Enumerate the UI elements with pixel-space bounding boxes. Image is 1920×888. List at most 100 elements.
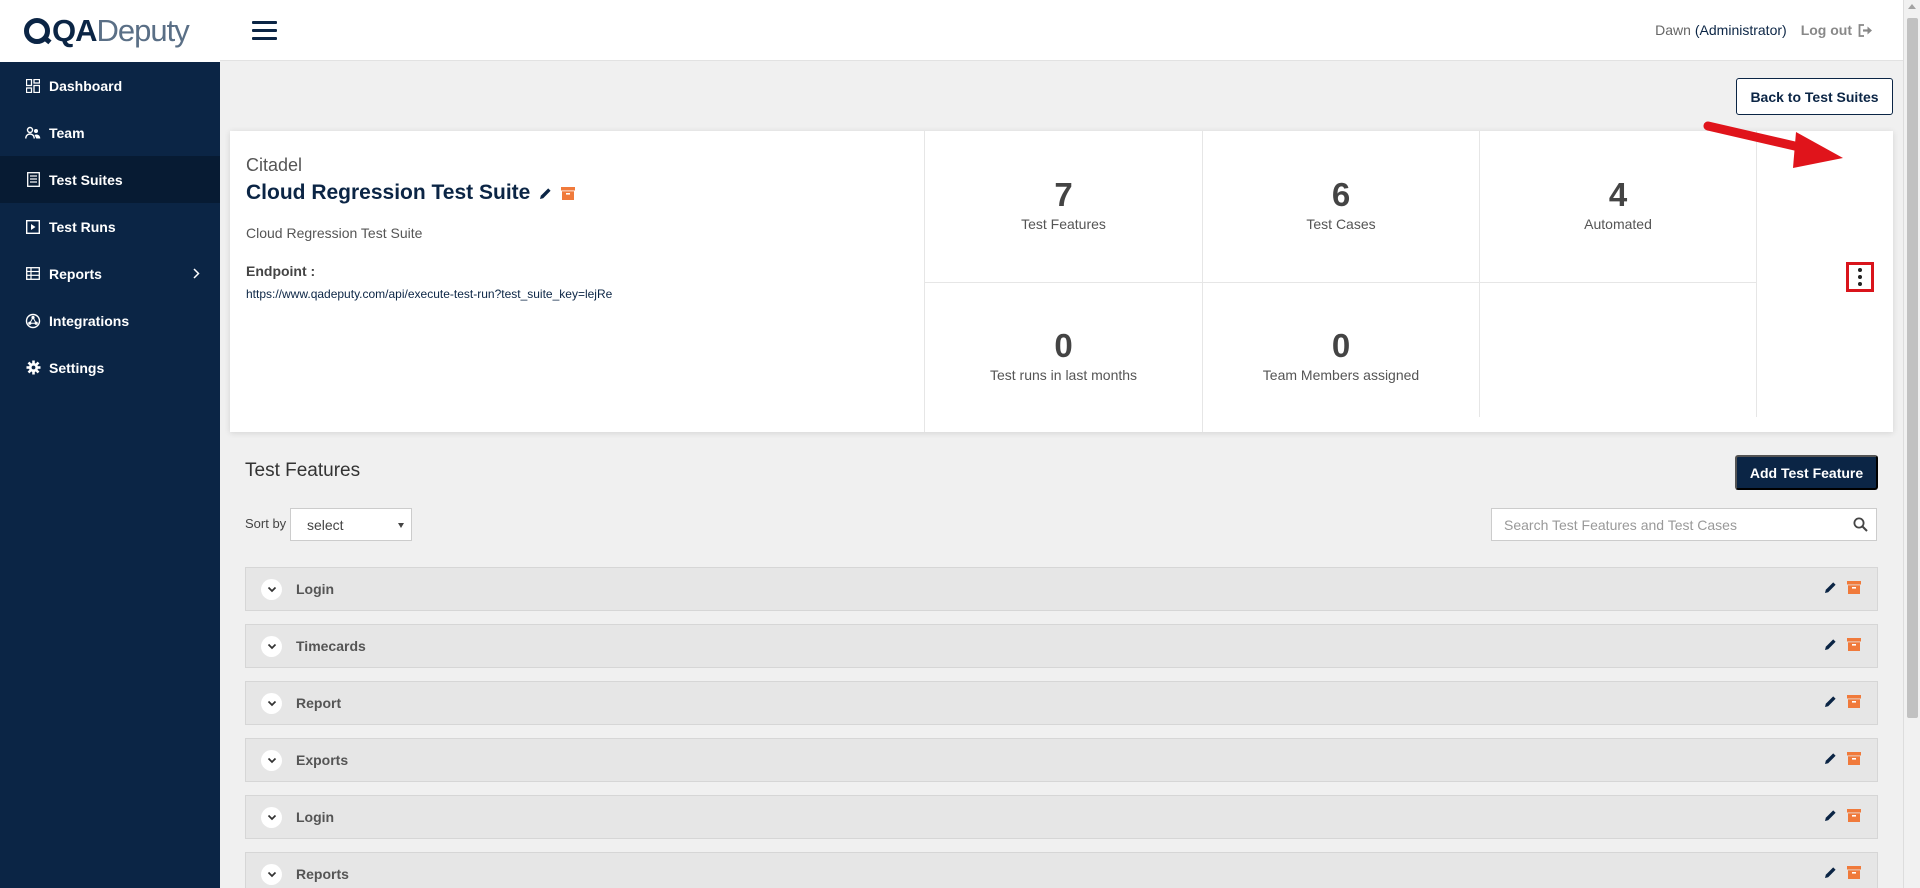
test-features-list: Login Timecards Report Exports Login Rep… <box>245 567 1878 888</box>
archive-icon[interactable] <box>1847 695 1861 708</box>
feature-row[interactable]: Report <box>245 681 1878 725</box>
stat-label: Test runs in last months <box>989 367 1138 383</box>
stat-empty-cell <box>1479 282 1756 417</box>
logo-text-bold: QA <box>52 13 97 48</box>
sign-out-icon <box>1858 23 1872 37</box>
project-name: Citadel <box>246 155 303 175</box>
section-title: Test Features <box>245 460 361 481</box>
sidebar-item-integrations[interactable]: Integrations <box>0 297 220 344</box>
logout-label: Log out <box>1800 22 1852 38</box>
sidebar-item-dashboard[interactable]: Dashboard <box>0 62 220 109</box>
sidebar-item-test-suites[interactable]: Test Suites <box>0 156 220 203</box>
sort-select[interactable]: select <box>290 508 412 541</box>
archive-icon[interactable] <box>1847 752 1861 765</box>
chevron-down-icon[interactable] <box>261 635 282 657</box>
sidebar-item-label: Test Suites <box>49 171 123 188</box>
edit-pencil-icon[interactable] <box>1824 866 1837 879</box>
sidebar-item-label: Dashboard <box>49 77 123 94</box>
edit-pencil-icon[interactable] <box>539 187 552 200</box>
feature-row[interactable]: Login <box>245 795 1878 839</box>
test-runs-icon <box>25 219 41 235</box>
archive-icon[interactable] <box>1847 638 1861 651</box>
user-role: (Administrator) <box>1694 22 1787 38</box>
search-icon[interactable] <box>1853 517 1868 537</box>
stat-team-members: 0 Team Members assigned <box>1202 282 1479 432</box>
search-input[interactable] <box>1492 509 1832 540</box>
feature-actions <box>1814 809 1861 822</box>
sidebar-item-settings[interactable]: Settings <box>0 344 220 391</box>
sidebar-item-team[interactable]: Team <box>0 109 220 156</box>
stat-label: Automated <box>1584 216 1652 232</box>
feature-name: Reports <box>296 866 349 882</box>
archive-icon[interactable] <box>1847 809 1861 822</box>
sidebar: QA Deputy Dashboard Team Test Suites Tes… <box>0 0 220 888</box>
stats-divider <box>924 282 1756 283</box>
team-icon <box>25 125 41 141</box>
sidebar-item-label: Integrations <box>49 312 130 329</box>
stat-test-cases: 6 Test Cases <box>1202 131 1479 282</box>
suite-title-row: Cloud Regression Test Suite <box>246 181 926 205</box>
stat-value: 6 <box>1331 176 1351 213</box>
user-name: Dawn <box>1655 22 1691 38</box>
archive-icon[interactable] <box>1847 866 1861 879</box>
edit-pencil-icon[interactable] <box>1824 581 1837 594</box>
chevron-down-icon[interactable] <box>261 749 282 771</box>
feature-row[interactable]: Login <box>245 567 1878 611</box>
sidebar-item-label: Settings <box>49 359 105 376</box>
sidebar-item-reports[interactable]: Reports <box>0 250 220 297</box>
feature-actions <box>1814 638 1861 651</box>
stat-value: 4 <box>1608 176 1628 213</box>
edit-pencil-icon[interactable] <box>1824 695 1837 708</box>
add-test-feature-button[interactable]: Add Test Feature <box>1735 455 1878 490</box>
sidebar-item-label: Team <box>49 124 85 141</box>
stat-value: 0 <box>1054 327 1073 364</box>
chevron-down-icon[interactable] <box>261 863 282 885</box>
stat-label: Test Cases <box>1306 216 1376 232</box>
test-suites-icon <box>25 172 41 188</box>
sidebar-nav: Dashboard Team Test Suites Test Runs Rep… <box>0 62 220 391</box>
feature-name: Login <box>296 809 335 825</box>
chevron-down-icon[interactable] <box>261 806 282 828</box>
sidebar-item-label: Test Runs <box>49 218 116 235</box>
feature-row[interactable]: Timecards <box>245 624 1878 668</box>
page-scrollbar[interactable] <box>1903 0 1920 888</box>
feature-actions <box>1814 581 1861 594</box>
stat-value: 0 <box>1331 327 1351 364</box>
chevron-right-icon <box>193 266 200 282</box>
stat-test-runs: 0 Test runs in last months <box>924 282 1202 432</box>
annotation-arrow-icon <box>1703 121 1843 168</box>
search-box <box>1491 508 1877 541</box>
archive-icon[interactable] <box>1847 581 1861 594</box>
dashboard-icon <box>25 78 41 94</box>
edit-pencil-icon[interactable] <box>1824 638 1837 651</box>
suite-title: Cloud Regression Test Suite <box>246 181 531 204</box>
test-suite-summary-card: Citadel Cloud Regression Test Suite Clou… <box>230 131 1893 432</box>
chevron-down-icon[interactable] <box>261 578 282 600</box>
edit-pencil-icon[interactable] <box>1824 752 1837 765</box>
scroll-up-arrow-icon[interactable] <box>1908 4 1916 9</box>
integrations-icon <box>25 313 41 329</box>
logo[interactable]: QA Deputy <box>0 0 220 62</box>
endpoint-url[interactable]: https://www.qadeputy.com/api/execute-tes… <box>246 287 926 301</box>
stat-label: Team Members assigned <box>1262 367 1420 383</box>
sidebar-item-test-runs[interactable]: Test Runs <box>0 203 220 250</box>
reports-icon <box>25 266 41 282</box>
stat-test-features: 7 Test Features <box>924 131 1202 282</box>
more-options-kebab-icon[interactable] <box>1846 262 1874 292</box>
feature-actions <box>1814 866 1861 879</box>
chevron-down-icon[interactable] <box>261 692 282 714</box>
sort-label: Sort by <box>245 516 287 531</box>
suite-info: Citadel Cloud Regression Test Suite Clou… <box>246 155 926 301</box>
feature-actions <box>1814 752 1861 765</box>
edit-pencil-icon[interactable] <box>1824 809 1837 822</box>
feature-name: Timecards <box>296 638 366 654</box>
suite-description: Cloud Regression Test Suite <box>246 225 423 241</box>
hamburger-menu-icon[interactable] <box>252 21 277 41</box>
back-to-test-suites-button[interactable]: Back to Test Suites <box>1736 78 1893 115</box>
feature-row[interactable]: Reports <box>245 852 1878 888</box>
archive-icon[interactable] <box>561 186 576 200</box>
gear-icon <box>25 360 41 376</box>
feature-row[interactable]: Exports <box>245 738 1878 782</box>
logout-link[interactable]: Log out <box>1801 22 1873 38</box>
scrollbar-thumb[interactable] <box>1907 18 1918 718</box>
